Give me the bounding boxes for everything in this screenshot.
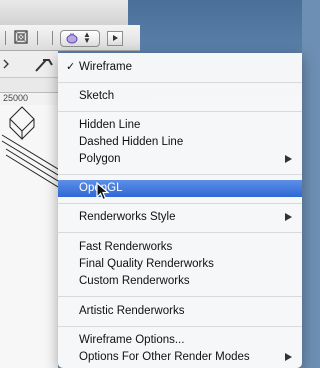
menu-item-label: Sketch <box>79 90 115 102</box>
menu-item-sketch[interactable]: Sketch <box>58 88 302 105</box>
mouse-pointer-icon <box>96 182 110 201</box>
render-mode-popup[interactable]: ▲ ▼ <box>60 30 100 47</box>
checkmark-icon: ✓ <box>66 61 76 73</box>
submenu-arrow-icon <box>285 155 292 163</box>
menu-item-label: Custom Renderworks <box>79 275 190 287</box>
teapot-icon <box>66 33 78 44</box>
menu-separator <box>58 326 302 327</box>
menu-item-label: Wireframe Options... <box>79 334 185 346</box>
menu-item-options-other-render-modes[interactable]: Options For Other Render Modes <box>58 349 302 366</box>
drawing-canvas[interactable] <box>0 105 59 368</box>
menu-item-label: Polygon <box>79 153 121 165</box>
menu-separator <box>58 174 302 175</box>
tool-row <box>0 51 58 78</box>
popup-arrows-icon: ▲ ▼ <box>83 30 91 45</box>
toolbar-divider <box>5 31 6 45</box>
ruler: 25000 <box>0 92 58 106</box>
play-button[interactable] <box>107 31 123 46</box>
chevron-right-icon[interactable] <box>3 59 9 69</box>
toolbar-divider <box>37 31 38 45</box>
menu-item-custom-renderworks[interactable]: Custom Renderworks <box>58 273 302 290</box>
menu-item-label: Wireframe <box>79 61 133 73</box>
flyover-tool-icon[interactable] <box>34 57 54 73</box>
submenu-arrow-icon <box>285 353 292 361</box>
menu-item-label: Fast Renderworks <box>79 241 173 253</box>
menu-item-dashed-hidden-line[interactable]: Dashed Hidden Line <box>58 134 302 151</box>
ruler-label: 25000 <box>3 93 29 103</box>
menu-item-label: Dashed Hidden Line <box>79 136 184 148</box>
menu-item-opengl[interactable]: OpenGL <box>58 180 302 197</box>
menu-item-wireframe[interactable]: ✓ Wireframe <box>58 59 302 76</box>
menu-item-renderworks-style[interactable]: Renderworks Style <box>58 209 302 226</box>
menu-separator <box>58 203 302 204</box>
menu-item-label: Options For Other Render Modes <box>79 351 250 363</box>
menu-separator <box>58 232 302 233</box>
menu-item-fast-renderworks[interactable]: Fast Renderworks <box>58 239 302 256</box>
menu-item-label: Hidden Line <box>79 119 141 131</box>
menu-item-hidden-line[interactable]: Hidden Line <box>58 117 302 134</box>
menu-separator <box>58 111 302 112</box>
menu-item-artistic-renderworks[interactable]: Artistic Renderworks <box>58 303 302 320</box>
menu-item-label: Renderworks Style <box>79 211 176 223</box>
menu-separator <box>58 296 302 297</box>
wireframe-drawing <box>1 106 59 188</box>
render-mode-menu: ✓ Wireframe Sketch Hidden Line Dashed Hi… <box>58 53 302 368</box>
menu-item-polygon[interactable]: Polygon <box>58 151 302 168</box>
menu-item-label: Final Quality Renderworks <box>79 258 214 270</box>
render-mode-icon[interactable] <box>14 30 30 50</box>
view-toolbar: ▲ ▼ <box>0 25 140 51</box>
menu-item-label: Artistic Renderworks <box>79 305 185 317</box>
menu-item-wireframe-options[interactable]: Wireframe Options... <box>58 332 302 349</box>
menu-separator <box>58 82 302 83</box>
window-titlebar <box>0 0 128 26</box>
toolbar-divider <box>52 31 53 45</box>
submenu-arrow-icon <box>285 213 292 221</box>
menu-item-final-quality-renderworks[interactable]: Final Quality Renderworks <box>58 256 302 273</box>
